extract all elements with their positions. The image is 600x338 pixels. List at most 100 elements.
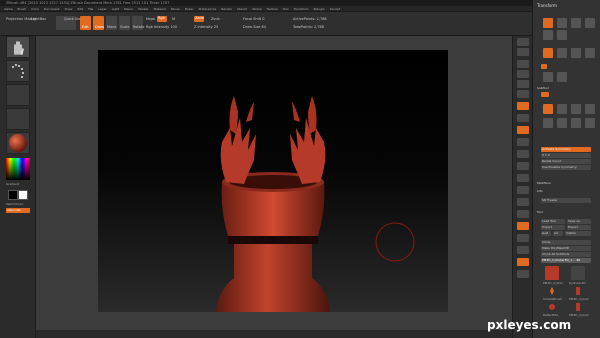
move-tool-palette-button[interactable]: [585, 48, 595, 58]
stroke-thumbnail[interactable]: [6, 60, 30, 82]
sym-palette-button[interactable]: [543, 72, 553, 82]
xyz-button[interactable]: [517, 150, 529, 158]
subtool-slot-4[interactable]: [585, 104, 595, 114]
tool-thumb-simplebrush[interactable]: [545, 286, 559, 296]
move-palette-button[interactable]: [571, 18, 581, 28]
menu-document[interactable]: Document: [44, 6, 60, 11]
material-thumbnail[interactable]: [6, 132, 30, 154]
subtool-slot-7[interactable]: [571, 118, 581, 128]
sd-freeze-button[interactable]: SD Freeze: [541, 198, 591, 203]
use-posable-symmetry-button[interactable]: Use Posable Symmetry: [541, 165, 591, 170]
make-polymesh-button[interactable]: Make PolyMesh3D: [541, 246, 591, 251]
color-picker[interactable]: [6, 158, 30, 180]
rgb-intensity-slider[interactable]: Rgb Intensity 100: [146, 25, 177, 29]
menu-macro[interactable]: Macro: [124, 6, 133, 11]
edit-button[interactable]: Edit: [80, 16, 91, 30]
tool-thumb-cylinder-2[interactable]: [571, 286, 585, 296]
edit-palette-button[interactable]: [543, 18, 553, 28]
tool-thumb-cylinder-3[interactable]: [571, 302, 585, 312]
subtool-slot-3[interactable]: [571, 104, 581, 114]
spix-button[interactable]: [517, 48, 529, 56]
lightbox-palette-button[interactable]: [557, 48, 567, 58]
menu-stroke[interactable]: Stroke: [252, 6, 262, 11]
clone-all-subtools-button[interactable]: Clone All SubTools: [541, 252, 591, 257]
draw-palette-button[interactable]: [557, 18, 567, 28]
menu-color[interactable]: Color: [31, 6, 39, 11]
transp-button[interactable]: [517, 234, 529, 242]
menu-tool[interactable]: Tool: [283, 6, 289, 11]
menu-texture[interactable]: Texture: [267, 6, 278, 11]
frame-button[interactable]: [517, 174, 529, 182]
menu-light[interactable]: Light: [112, 6, 120, 11]
xpose-button[interactable]: [517, 270, 529, 278]
clone-button[interactable]: Clone: [541, 240, 591, 245]
menu-file[interactable]: File: [88, 6, 93, 11]
subtool-slot-6[interactable]: [557, 118, 567, 128]
visible-button[interactable]: Visible: [565, 231, 591, 236]
main-color-swatch[interactable]: [8, 190, 18, 200]
zsub-button[interactable]: Zsub: [211, 17, 220, 21]
quick-sketch-button[interactable]: Quick Sketch: [56, 16, 87, 30]
ghost-button[interactable]: [517, 246, 529, 254]
menu-alpha[interactable]: Alpha: [4, 6, 13, 11]
save-as-button[interactable]: Save As: [567, 219, 591, 224]
menu-brush[interactable]: Brush: [18, 6, 27, 11]
menu-draw[interactable]: Draw: [65, 6, 73, 11]
draw-button[interactable]: Draw: [93, 16, 104, 30]
subtool-slot-8[interactable]: [585, 118, 595, 128]
menu-stencil[interactable]: Stencil: [237, 6, 247, 11]
local-palette-button[interactable]: [557, 72, 567, 82]
persp-button[interactable]: [517, 102, 529, 110]
switch-color-button[interactable]: SwitchColor: [6, 202, 24, 206]
menu-transform[interactable]: Transform: [294, 6, 309, 11]
scale-palette-button[interactable]: [585, 18, 595, 28]
mrgb-button[interactable]: Mrgb: [146, 17, 155, 21]
xyz-palette-toggle[interactable]: [541, 64, 547, 69]
secondary-color-swatch[interactable]: [18, 190, 28, 200]
local-button[interactable]: [517, 126, 529, 134]
bpr-button[interactable]: [517, 38, 529, 46]
tool-thumb-cylinder3d[interactable]: [571, 266, 585, 280]
actual-button[interactable]: [517, 80, 529, 88]
all-button[interactable]: All: [553, 231, 563, 236]
goz-button[interactable]: GoZ: [541, 231, 551, 236]
tool-thumb-cylinder[interactable]: [545, 266, 559, 280]
solo-button[interactable]: [517, 258, 529, 266]
import-button[interactable]: Import: [541, 225, 565, 230]
rotate-tool-button[interactable]: [517, 210, 529, 218]
zoom-button[interactable]: [517, 70, 529, 78]
m-button[interactable]: M: [172, 17, 175, 21]
current-tool-slider[interactable]: PM3D_Cylinder3D_1 -- 48: [541, 258, 591, 263]
menu-movie[interactable]: Movie: [171, 6, 180, 11]
frame-palette-button[interactable]: [571, 48, 581, 58]
rotate-view-button[interactable]: [517, 162, 529, 170]
zadd-button[interactable]: Zadd: [194, 16, 204, 22]
rotate-button[interactable]: Rotate: [132, 16, 144, 30]
load-tool-button[interactable]: Load Tool: [541, 219, 565, 224]
aahalf-button[interactable]: [517, 90, 529, 98]
subtool-slot-5[interactable]: [543, 118, 553, 128]
alpha-thumbnail[interactable]: [6, 84, 30, 106]
subtool-slot-2[interactable]: [557, 104, 567, 114]
polyf-button[interactable]: [517, 222, 529, 230]
rotate-palette-button[interactable]: [543, 30, 553, 40]
xyz-symmetry-buttons[interactable]: X Y Z: [541, 153, 591, 158]
focal-shift-slider[interactable]: Focal Shift 0: [243, 17, 264, 21]
alternate-button[interactable]: Alternate: [6, 208, 30, 213]
lsym-button[interactable]: [517, 138, 529, 146]
rgb-button[interactable]: Rgb: [157, 16, 167, 22]
scale-button[interactable]: Scale: [119, 16, 130, 30]
tool-thumb-reflect[interactable]: [545, 302, 559, 312]
menu-layer[interactable]: Layer: [98, 6, 106, 11]
menu-zplugin[interactable]: Zplugin: [313, 6, 324, 11]
move-view-button[interactable]: [517, 186, 529, 194]
menu-material[interactable]: Material: [154, 6, 166, 11]
menu-edit[interactable]: Edit: [77, 6, 83, 11]
draw-size-slider[interactable]: Draw Size 64: [243, 25, 266, 29]
menu-render[interactable]: Render: [221, 6, 232, 11]
scroll-button[interactable]: [517, 60, 529, 68]
menu-picker[interactable]: Picker: [185, 6, 194, 11]
floor-button[interactable]: [517, 114, 529, 122]
brush-thumbnail[interactable]: [6, 36, 30, 58]
polyf-palette-button[interactable]: [543, 48, 553, 58]
